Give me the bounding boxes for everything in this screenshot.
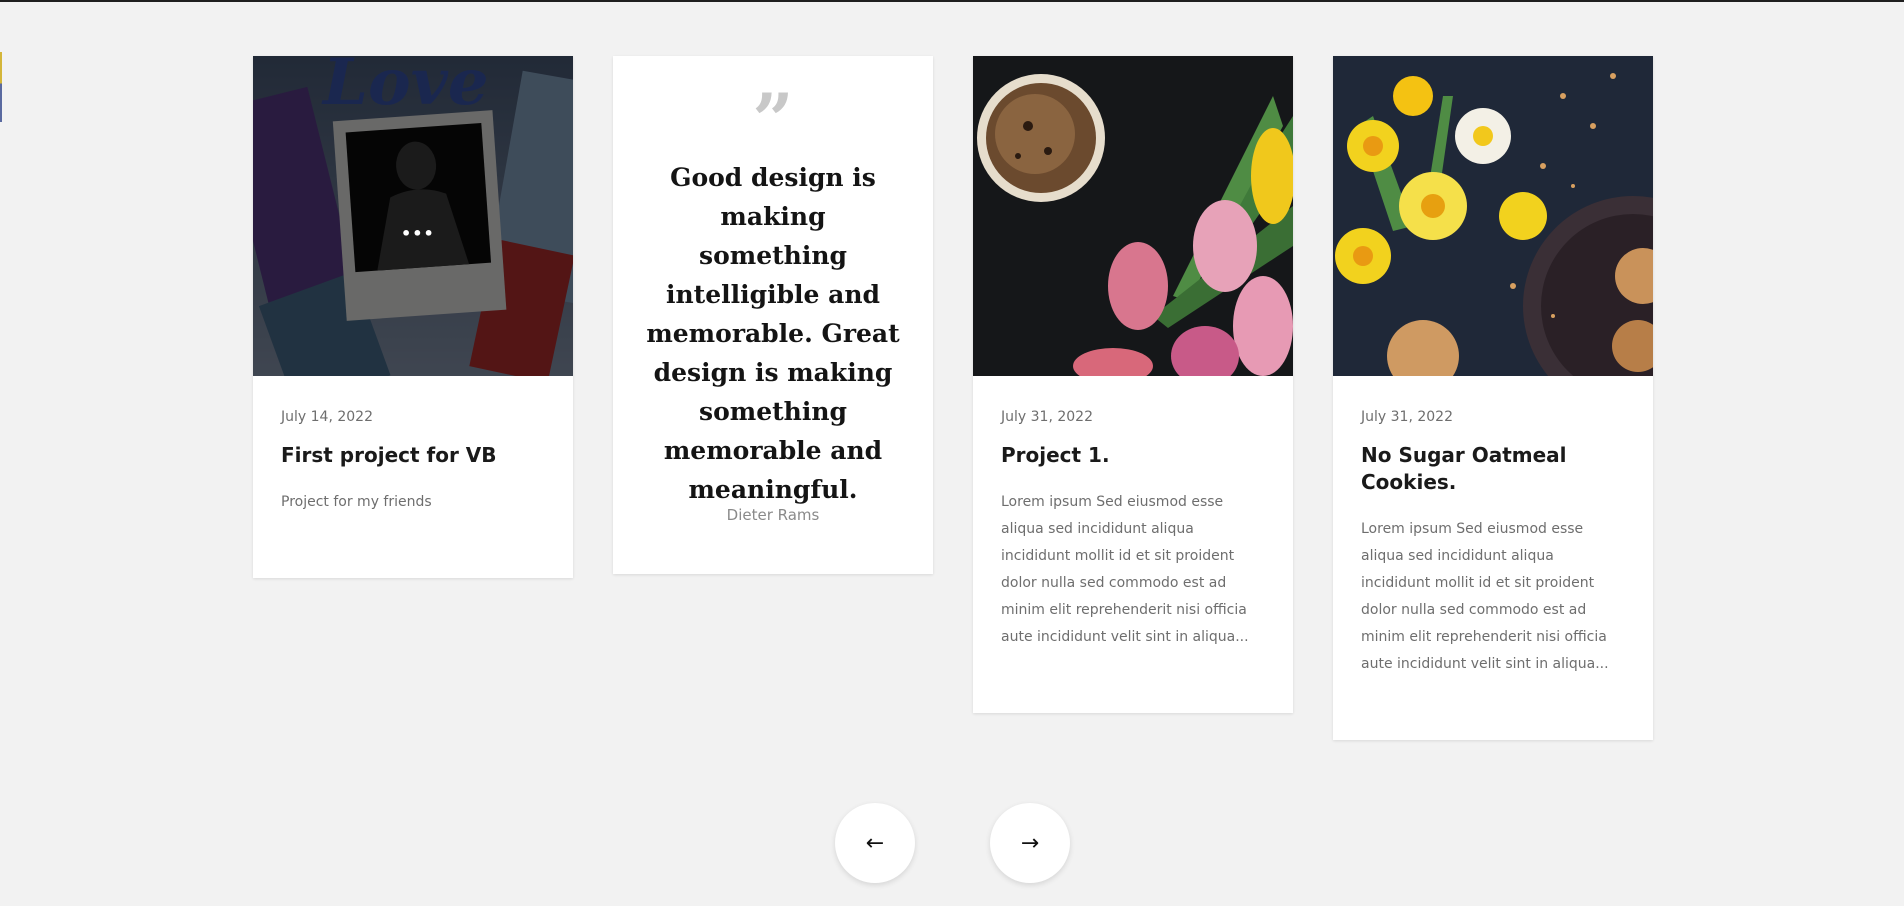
post-card-oatmeal-cookies[interactable]: July 31, 2022 No Sugar Oatmeal Cookies. …: [1333, 56, 1653, 740]
post-date: July 31, 2022: [1001, 409, 1093, 425]
post-title[interactable]: Project 1.: [1001, 442, 1265, 469]
left-edge-accent: [0, 52, 2, 122]
post-title[interactable]: No Sugar Oatmeal Cookies.: [1361, 442, 1625, 496]
post-date: July 14, 2022: [281, 409, 373, 425]
arrow-right-icon: →: [1020, 830, 1040, 856]
post-card-project-1[interactable]: July 31, 2022 Project 1. Lorem ipsum Sed…: [973, 56, 1293, 713]
carousel-prev-button[interactable]: ←: [835, 803, 915, 883]
more-options-icon[interactable]: •••: [401, 226, 435, 242]
post-date: July 31, 2022: [1361, 409, 1453, 425]
post-excerpt: Lorem ipsum Sed eiusmod esse aliqua sed …: [1001, 494, 1249, 645]
carousel-next-button[interactable]: →: [990, 803, 1070, 883]
quote-text: Good design is making something intellig…: [646, 163, 900, 504]
quote-mark-icon: ”: [752, 84, 794, 140]
top-border: [0, 0, 1904, 2]
daffodils-cookies-image: [1333, 56, 1653, 376]
post-thumbnail-daffodils-cookies[interactable]: [1333, 56, 1653, 376]
post-thumbnail-love-polaroid[interactable]: Love •••: [253, 56, 573, 376]
quote-card: ” Good design is making something intell…: [613, 56, 933, 574]
love-polaroid-image: Love: [253, 56, 573, 376]
post-thumbnail-coffee-tulips[interactable]: [973, 56, 1293, 376]
arrow-left-icon: ←: [865, 830, 885, 856]
post-excerpt: Lorem ipsum Sed eiusmod esse aliqua sed …: [1361, 521, 1609, 672]
quote-author: Dieter Rams: [726, 506, 820, 524]
post-card-first-project[interactable]: Love ••• July 14, 2022 First project for…: [253, 56, 573, 578]
post-title[interactable]: First project for VB: [281, 442, 545, 469]
post-excerpt: Project for my friends: [281, 494, 432, 510]
coffee-tulips-image: [973, 56, 1293, 376]
